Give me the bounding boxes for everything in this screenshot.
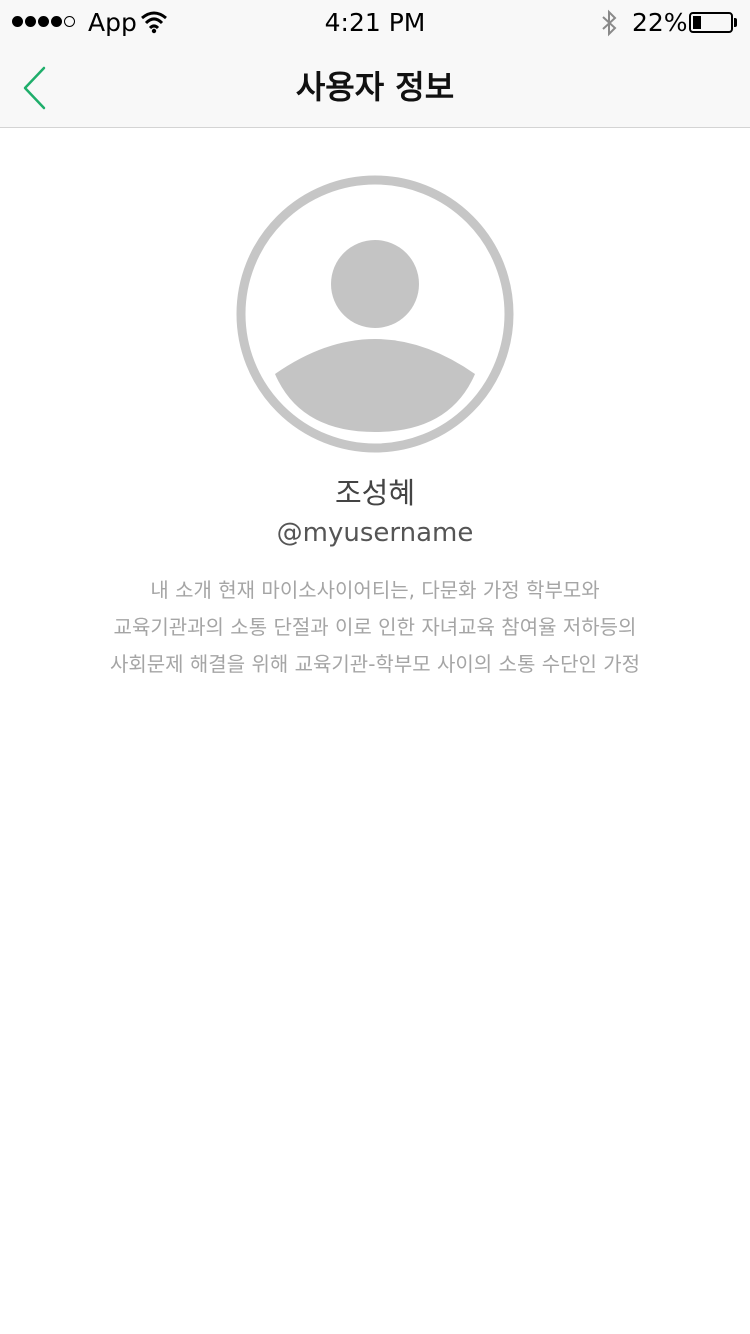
battery-fill	[693, 16, 701, 29]
profile-username: @myusername	[276, 518, 474, 548]
bluetooth-icon	[602, 9, 617, 37]
top-bar: App 4:21 PM 22% 사용자 정보	[0, 0, 750, 128]
battery-percentage: 22%	[632, 8, 688, 37]
back-button[interactable]	[14, 60, 58, 116]
profile-bio: 내 소개 현재 마이소사이어티는, 다문화 가정 학부모와 교육기관과의 소통 …	[109, 578, 641, 676]
user-info-screen: App 4:21 PM 22% 사용자 정보 조성혜 @myusername 내…	[0, 0, 750, 1334]
chevron-left-icon	[23, 66, 46, 110]
status-bar: App 4:21 PM 22%	[0, 0, 750, 46]
battery-icon	[689, 12, 733, 33]
page-title: 사용자 정보	[295, 68, 455, 106]
user-placeholder-icon	[236, 175, 514, 453]
profile-name: 조성혜	[334, 476, 416, 510]
battery-tip	[734, 18, 737, 27]
